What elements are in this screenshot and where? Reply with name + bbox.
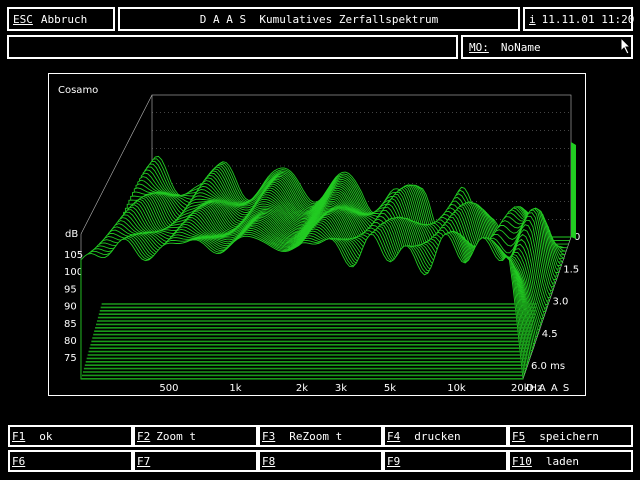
function-key-label: ok xyxy=(39,429,53,443)
function-key-id: F2 xyxy=(137,429,151,443)
function-key-id: F8 xyxy=(262,454,276,468)
function-key-f1[interactable]: F1 ok xyxy=(8,425,133,447)
spectrum-right-edge xyxy=(571,142,576,239)
function-key-label: Zoom t xyxy=(156,429,196,443)
z-tick-label: 80 xyxy=(64,336,77,347)
x-tick-label: 500 xyxy=(159,383,178,394)
chart-title: Cosamo xyxy=(58,85,98,96)
mouse-cursor-icon xyxy=(620,37,632,55)
mo-label: MO: xyxy=(469,40,489,54)
function-key-id: F5 xyxy=(512,429,526,443)
z-tick-label: 95 xyxy=(64,284,77,295)
z-tick-label: 90 xyxy=(64,302,77,313)
function-key-f2[interactable]: F2 Zoom t xyxy=(133,425,258,447)
window-title-bar: D A A S Kumulatives Zerfallspektrum xyxy=(118,7,520,31)
x-tick-label: 3k xyxy=(335,383,347,394)
function-key-label: speichern xyxy=(539,429,599,443)
function-key-f3[interactable]: F3 ReZoom t xyxy=(258,425,383,447)
function-key-id: F4 xyxy=(387,429,401,443)
function-key-id: F10 xyxy=(512,454,532,468)
chart-frame: Cosamo dB 105 100 95 90 85 80 75 500 1k 2k 3k 5k 10… xyxy=(48,73,586,396)
function-key-id: F1 xyxy=(12,429,26,443)
time-tick-label: 3.0 xyxy=(553,297,569,308)
function-key-label: ReZoom t xyxy=(289,429,343,443)
waterfall-chart: Cosamo dB 105 100 95 90 85 80 75 500 1k 2k 3k 5k 10… xyxy=(58,85,580,394)
function-key-f7[interactable]: F7 xyxy=(133,450,258,472)
function-key-id: F6 xyxy=(12,454,26,468)
time-tick-label: 6.0 ms xyxy=(531,361,565,372)
function-key-id: F3 xyxy=(262,429,276,443)
function-key-f8[interactable]: F8 xyxy=(258,450,383,472)
function-key-f6[interactable]: F6 xyxy=(8,450,133,472)
info-key-label: i xyxy=(529,12,536,26)
function-key-f4[interactable]: F4 drucken xyxy=(383,425,508,447)
z-tick-label: 105 xyxy=(64,250,83,261)
function-key-f10[interactable]: F10 laden xyxy=(508,450,633,472)
function-key-label: drucken xyxy=(414,429,461,443)
z-tick-label: 75 xyxy=(64,353,77,364)
info-field[interactable] xyxy=(7,35,458,59)
function-key-f9[interactable]: F9 xyxy=(383,450,508,472)
time-tick-label: 4.5 xyxy=(542,329,558,340)
window-title: D A A S Kumulatives Zerfallspektrum xyxy=(199,12,439,26)
function-key-f5[interactable]: F5 speichern xyxy=(508,425,633,447)
x-tick-label: 1k xyxy=(229,383,241,394)
esc-key-label: ESC xyxy=(13,12,33,26)
info-datetime-box[interactable]: i 11.11.01 11:20 xyxy=(523,7,635,31)
z-tick-label: 85 xyxy=(64,319,77,330)
function-key-label: laden xyxy=(545,454,579,468)
function-key-id: F9 xyxy=(387,454,401,468)
brand-label: D A A S xyxy=(526,383,570,394)
abort-label: Abbruch xyxy=(40,12,88,26)
z-tick-label: 100 xyxy=(64,267,83,278)
time-tick-label: 1.5 xyxy=(563,264,579,275)
datetime: 11.11.01 11:20 xyxy=(541,12,635,26)
z-axis-unit: dB xyxy=(65,229,78,240)
function-key-id: F7 xyxy=(137,454,151,468)
x-tick-label: 2k xyxy=(296,383,308,394)
abort-button[interactable]: ESC Abbruch xyxy=(7,7,115,31)
x-tick-label: 10k xyxy=(447,383,466,394)
mo-value: NoName xyxy=(500,40,541,54)
mo-field[interactable]: MO: NoName xyxy=(461,35,633,59)
x-tick-label: 5k xyxy=(384,383,396,394)
